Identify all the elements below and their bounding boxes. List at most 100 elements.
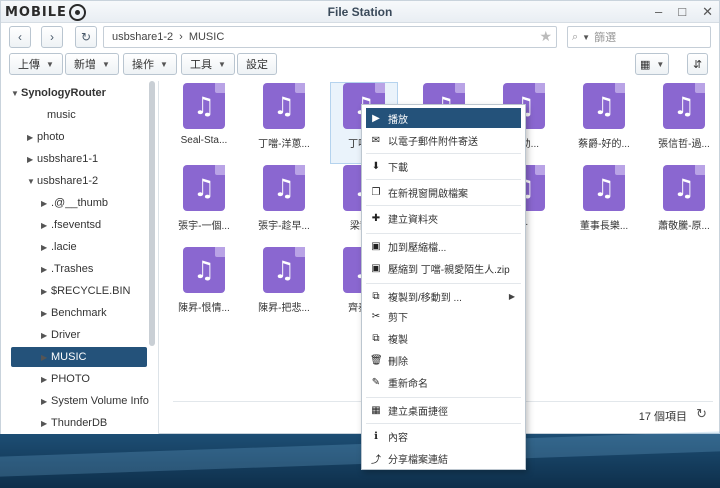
- menu-item-compress-to-zip[interactable]: ▣ 壓縮到 丁噹-親愛陌生人.zip: [366, 258, 521, 278]
- maximize-button[interactable]: □: [678, 4, 686, 20]
- filter-placeholder: 篩選: [594, 32, 617, 44]
- menu-item-label: 以電子郵件附件寄送: [388, 136, 478, 148]
- sidebar-item-folder[interactable]: ▶ Driver: [41, 325, 80, 345]
- tools-label: 工具: [190, 59, 212, 71]
- menu-item-share-link[interactable]: ⤴ 分享檔案連結: [366, 448, 521, 468]
- menu-item-desktop-shortcut[interactable]: ▦ 建立桌面捷徑: [366, 400, 521, 420]
- sidebar-item-folder[interactable]: ▶ .lacie: [41, 237, 77, 257]
- music-note-icon: ♫: [273, 174, 295, 202]
- menu-item-label: 在新視窗開啟檔案: [388, 188, 468, 200]
- file-item[interactable]: ♫ 董事長樂...: [571, 165, 637, 245]
- rename-icon: ✎: [371, 376, 381, 388]
- expand-right-icon[interactable]: ▶: [41, 287, 51, 296]
- expand-right-icon[interactable]: ▶: [41, 419, 51, 428]
- sidebar-item-label: music: [47, 109, 76, 121]
- menu-item-label: 重新命名: [388, 378, 428, 390]
- sidebar-item-folder[interactable]: ▶ System Volume Info: [41, 391, 149, 411]
- sidebar-item-folder[interactable]: ▶ MUSIC: [11, 347, 147, 367]
- file-item[interactable]: ♫ Seal-Sta...: [171, 83, 237, 163]
- music-note-icon: ♫: [673, 174, 695, 202]
- menu-item-open-new-window[interactable]: ❐ 在新視窗開啟檔案: [366, 182, 521, 202]
- path-bar[interactable]: usbshare1-2 › MUSIC ★: [103, 26, 557, 48]
- sidebar-item-folder[interactable]: ▶ ThunderDB: [41, 413, 107, 433]
- music-note-icon: ♫: [273, 256, 295, 284]
- create-folder-icon: ✚: [371, 212, 381, 224]
- sidebar-item-label: usbshare1-1: [37, 153, 99, 165]
- tools-button[interactable]: 工具 ▼: [181, 53, 235, 75]
- view-mode-button[interactable]: ▦ ▼: [635, 53, 670, 75]
- expand-down-icon[interactable]: ▼: [27, 177, 37, 186]
- file-item[interactable]: ♫ 蔡爵-好的...: [571, 83, 637, 163]
- file-item[interactable]: ♫ 陳昇-把悲...: [251, 247, 317, 327]
- refresh-button[interactable]: ↻: [75, 26, 97, 48]
- path-segment[interactable]: MUSIC: [189, 31, 224, 43]
- sidebar-scrollbar[interactable]: [149, 81, 155, 346]
- sidebar-item-folder[interactable]: ▶ usbshare1-1: [27, 149, 98, 169]
- item-count: 17 個項目: [638, 411, 687, 423]
- sort-button[interactable]: ⇵: [687, 53, 709, 75]
- forward-button[interactable]: ›: [41, 26, 63, 48]
- expand-right-icon[interactable]: ▶: [41, 397, 51, 406]
- file-item[interactable]: ♫ 張宇-一個...: [171, 165, 237, 245]
- minimize-button[interactable]: –: [655, 4, 662, 20]
- expand-right-icon[interactable]: ▶: [41, 243, 51, 252]
- sidebar-item-folder[interactable]: ▶ Benchmark: [41, 303, 107, 323]
- menu-item-download[interactable]: ⬇ 下載: [366, 156, 521, 176]
- sidebar-item-root[interactable]: ▼ SynologyRouter: [11, 83, 106, 103]
- file-item[interactable]: ♫ 張宇-趁早...: [251, 165, 317, 245]
- sidebar-item-folder[interactable]: ▶ PHOTO: [41, 369, 90, 389]
- menu-separator: [366, 283, 521, 284]
- expand-right-icon[interactable]: ▶: [41, 199, 51, 208]
- menu-item-delete[interactable]: 🗑 刪除: [366, 350, 521, 370]
- close-button[interactable]: ✕: [702, 4, 713, 20]
- back-button[interactable]: ‹: [9, 26, 31, 48]
- expand-right-icon[interactable]: ▶: [41, 353, 51, 362]
- sidebar-item-folder[interactable]: music: [37, 105, 76, 125]
- expand-right-icon[interactable]: ▶: [27, 133, 37, 142]
- sidebar-item-folder[interactable]: ▼ usbshare1-2: [27, 171, 98, 191]
- copy-icon: ⧉: [372, 332, 380, 344]
- sidebar-item-folder[interactable]: ▶ .fseventsd: [41, 215, 101, 235]
- refresh-icon: ↻: [80, 30, 92, 44]
- menu-item-rename[interactable]: ✎ 重新命名: [366, 372, 521, 392]
- menu-item-copy[interactable]: ⧉ 複製: [366, 328, 521, 348]
- menu-item-label: 建立資料夾: [388, 214, 438, 226]
- sidebar-item-folder[interactable]: ▶ .@__thumb: [41, 193, 108, 213]
- refresh-icon[interactable]: ↻: [696, 406, 707, 422]
- menu-item-create-folder[interactable]: ✚ 建立資料夾: [366, 208, 521, 228]
- favorite-star-icon[interactable]: ★: [539, 28, 552, 45]
- menu-item-email-attachment[interactable]: ✉ 以電子郵件附件寄送: [366, 130, 521, 150]
- create-button[interactable]: 新增 ▼: [65, 53, 119, 75]
- action-button[interactable]: 操作 ▼: [123, 53, 177, 75]
- upload-button[interactable]: 上傳 ▼: [9, 53, 63, 75]
- sidebar-item-folder[interactable]: ▶ .Trashes: [41, 259, 93, 279]
- desktop-background: [0, 434, 720, 488]
- expand-right-icon[interactable]: ▶: [41, 265, 51, 274]
- sidebar-item-label: photo: [37, 131, 65, 143]
- sidebar-item-folder[interactable]: ▶ $RECYCLE.BIN: [41, 281, 130, 301]
- menu-item-play[interactable]: ▶ 播放: [366, 108, 521, 128]
- menu-item-add-to-archive[interactable]: ▣ 加到壓縮檔...: [366, 236, 521, 256]
- expand-right-icon[interactable]: ▶: [41, 375, 51, 384]
- path-segment[interactable]: usbshare1-2: [112, 31, 173, 43]
- file-item[interactable]: ♫ 丁噹-洋蔥...: [251, 83, 317, 163]
- expand-right-icon[interactable]: ▶: [41, 221, 51, 230]
- file-item[interactable]: ♫ 陳昇-恨情...: [171, 247, 237, 327]
- expand-down-icon[interactable]: ▼: [11, 89, 21, 98]
- sidebar-item-label: .@__thumb: [51, 197, 109, 209]
- sidebar-item-folder[interactable]: ▶ photo: [27, 127, 65, 147]
- nav-bar: ‹ › ↻ usbshare1-2 › MUSIC ★ ⌕ ▼ 篩選: [1, 24, 719, 50]
- expand-right-icon[interactable]: ▶: [41, 331, 51, 340]
- file-item[interactable]: ♫ 張信哲-過...: [651, 83, 717, 163]
- file-name: 蔡爵-好的...: [578, 139, 630, 150]
- menu-item-label: 加到壓縮檔...: [388, 242, 447, 254]
- expand-right-icon[interactable]: ▶: [41, 309, 51, 318]
- file-item[interactable]: ♫ 蕭敬騰-原...: [651, 165, 717, 245]
- expand-right-icon[interactable]: ▶: [27, 155, 37, 164]
- menu-item-copy-move-to[interactable]: ⧉ 複製到/移動到 ... ▶: [366, 286, 521, 306]
- menu-item-properties[interactable]: ℹ 內容: [366, 426, 521, 446]
- settings-button[interactable]: 設定: [237, 53, 277, 75]
- filter-input[interactable]: ⌕ ▼ 篩選: [567, 26, 711, 48]
- menu-item-cut[interactable]: ✂ 剪下: [366, 306, 521, 326]
- path-separator: ›: [179, 31, 183, 43]
